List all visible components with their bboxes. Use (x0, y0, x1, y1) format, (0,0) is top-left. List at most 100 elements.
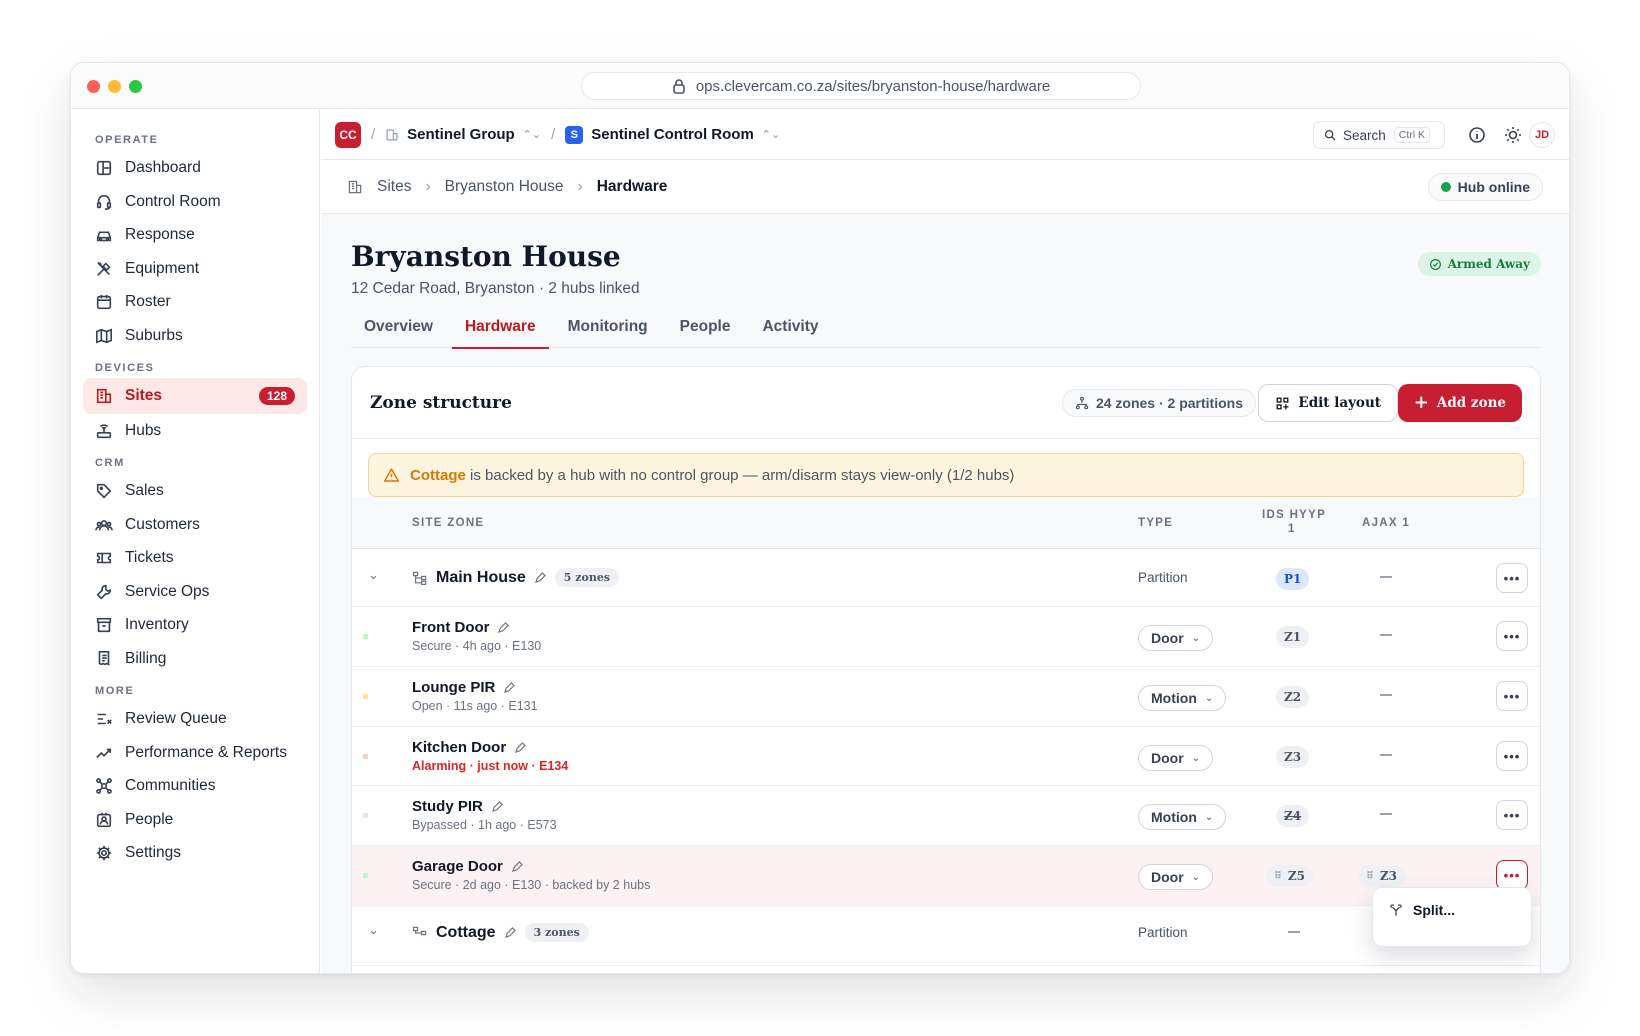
search-label: Search (1343, 127, 1386, 143)
address-bar[interactable]: ops.clevercam.co.za/sites/bryanston-hous… (581, 72, 1141, 100)
row-actions-button[interactable]: ••• (1496, 621, 1528, 651)
tab-activity[interactable]: Activity (749, 312, 831, 348)
sidebar-item-label: Control Room (125, 193, 221, 210)
zone-type-label: Door (1151, 869, 1184, 885)
pencil-icon[interactable] (504, 926, 517, 939)
car-icon (96, 231, 112, 242)
section-crm: CRM (95, 457, 125, 469)
zone-type-label: Door (1151, 630, 1184, 646)
table-row-selected[interactable]: Garage Door Secure · 2d ago · E130 · bac… (352, 846, 1540, 906)
row-actions-button-active[interactable]: ••• (1496, 860, 1528, 890)
table-row[interactable]: Lounge PIR Open · 11s ago · E131 Motion ⌄… (352, 667, 1540, 727)
sidebar-item-label: Suburbs (125, 327, 183, 344)
sidebar-item-label: Sales (125, 482, 164, 499)
chevron-down-icon[interactable]: ⌄ (368, 567, 379, 583)
warning-site-name[interactable]: Cottage (410, 467, 466, 484)
pencil-icon[interactable] (503, 681, 516, 694)
sidebar-item-response[interactable]: Response (83, 217, 307, 253)
sidebar-item-label: Settings (125, 844, 182, 861)
info-icon[interactable] (1467, 125, 1487, 145)
partition-row[interactable]: ⌄ Cottage 3 zones Partition (352, 906, 1540, 966)
status-marker (363, 813, 368, 818)
ids-zone-pill-draggable[interactable]: ⠿ Z5 (1266, 865, 1313, 887)
workspace-switcher[interactable]: S Sentinel Control Room ⌃⌄ (565, 125, 780, 144)
breadcrumb-sites[interactable]: Sites (377, 178, 411, 196)
breadcrumb-current: Hardware (596, 177, 668, 195)
sidebar-item-label: Equipment (125, 260, 200, 277)
avatar[interactable]: JD (1529, 122, 1555, 148)
tools-icon (97, 261, 111, 276)
zone-type-select[interactable]: Door ⌄ (1138, 864, 1214, 890)
pencil-icon[interactable] (514, 741, 527, 754)
zone-label: Garage Door (412, 858, 503, 875)
pencil-icon[interactable] (497, 621, 510, 634)
sidebar-item-customers[interactable]: Customers (83, 507, 307, 543)
sidebar-item-people[interactable]: People (83, 802, 307, 838)
pencil-icon[interactable] (511, 860, 524, 873)
sidebar-item-roster[interactable]: Roster (83, 284, 307, 320)
sidebar-item-dashboard[interactable]: Dashboard (83, 150, 307, 186)
ids-zone-pill: Z1 (1276, 626, 1310, 648)
tab-monitoring[interactable]: Monitoring (555, 312, 661, 348)
pencil-icon[interactable] (491, 800, 504, 813)
breadcrumb-site[interactable]: Bryanston House (445, 178, 564, 196)
menu-item-label: Split... (1413, 902, 1455, 918)
table-row[interactable]: Study PIR Bypassed · 1h ago · E573 Motio… (352, 786, 1540, 846)
sidebar-item-sites[interactable]: Sites 128 (83, 378, 307, 414)
close-window-button[interactable] (87, 80, 100, 93)
search-button[interactable]: Search Ctrl K (1313, 121, 1445, 149)
row-actions-button[interactable]: ••• (1496, 741, 1528, 771)
chevron-down-icon[interactable]: ⌄ (368, 922, 379, 938)
row-actions-button[interactable]: ••• (1496, 681, 1528, 711)
row-actions-button[interactable]: ••• (1496, 800, 1528, 830)
app-logo[interactable]: CC (335, 121, 361, 148)
sun-icon[interactable] (1503, 125, 1523, 145)
sidebar-item-suburbs[interactable]: Suburbs (83, 318, 307, 354)
building-icon (96, 388, 112, 404)
receipt-icon (98, 650, 110, 666)
armed-status-label: Armed Away (1447, 257, 1530, 271)
sidebar-item-performance-reports[interactable]: Performance & Reports (83, 735, 307, 771)
minimize-window-button[interactable] (108, 80, 121, 93)
tab-hardware[interactable]: Hardware (451, 312, 549, 349)
zone-type-select[interactable]: Door ⌄ (1138, 745, 1214, 771)
org-switcher[interactable]: Sentinel Group ⌃⌄ (385, 126, 541, 143)
zone-type-select[interactable]: Door ⌄ (1138, 625, 1214, 651)
partition-type: Partition (1138, 570, 1188, 585)
menu-item-split[interactable]: Split... (1389, 902, 1455, 918)
sidebar-item-communities[interactable]: Communities (83, 768, 307, 804)
table-row[interactable]: Kitchen Door Alarming · just now · E134 … (352, 727, 1540, 786)
row-context-menu: Split... (1372, 887, 1532, 947)
ajax-empty-dash (1380, 694, 1392, 696)
zone-type-label: Door (1151, 750, 1184, 766)
table-row[interactable]: Front Door Secure · 4h ago · E130 Door ⌄ … (352, 607, 1540, 667)
zoom-window-button[interactable] (129, 80, 142, 93)
url-text: ops.clevercam.co.za/sites/bryanston-hous… (695, 77, 1051, 95)
sidebar-item-label: Customers (125, 516, 200, 533)
row-actions-button[interactable]: ••• (1496, 563, 1528, 593)
sidebar-item-service-ops[interactable]: Service Ops (83, 574, 307, 610)
zone-type-select[interactable]: Motion ⌄ (1138, 685, 1227, 711)
ajax-zone-pill-draggable[interactable]: ⠿ Z3 (1358, 865, 1405, 887)
sidebar-item-hubs[interactable]: Hubs (83, 413, 307, 449)
pencil-icon[interactable] (534, 571, 547, 584)
sidebar-item-control-room[interactable]: Control Room (83, 184, 307, 220)
sidebar-item-settings[interactable]: Settings (83, 835, 307, 871)
zone-name: Kitchen Door (412, 739, 527, 756)
zone-type-select[interactable]: Motion ⌄ (1138, 804, 1227, 830)
zone-name: Garage Door (412, 858, 524, 875)
tab-overview[interactable]: Overview (351, 312, 446, 348)
sidebar-item-inventory[interactable]: Inventory (83, 607, 307, 643)
sidebar-item-sales[interactable]: Sales (83, 473, 307, 509)
partition-label: Main House (436, 568, 526, 586)
add-zone-button[interactable]: + Add zone (1397, 384, 1522, 422)
sidebar-item-tickets[interactable]: Tickets (83, 540, 307, 576)
zone-meta: Alarming · just now · E134 (412, 759, 569, 773)
ids-zone-pill: Z3 (1276, 746, 1310, 768)
sidebar-item-equipment[interactable]: Equipment (83, 251, 307, 287)
tab-people[interactable]: People (667, 312, 744, 348)
sidebar-item-billing[interactable]: Billing (83, 641, 307, 677)
edit-layout-button[interactable]: Edit layout (1258, 384, 1398, 422)
sidebar-item-review-queue[interactable]: Review Queue (83, 701, 307, 737)
partition-row[interactable]: ⌄ Main House 5 zones Partition P1 ••• (352, 549, 1540, 607)
